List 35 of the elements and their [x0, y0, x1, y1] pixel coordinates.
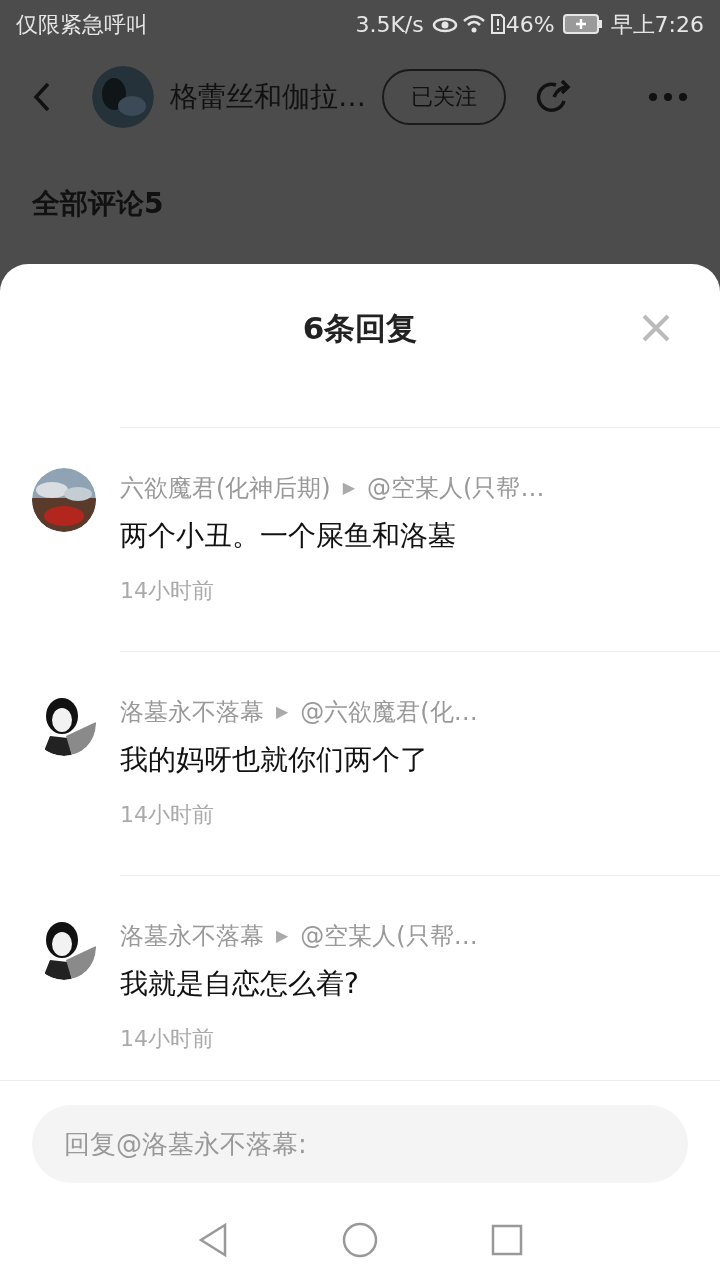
sheet-title: 6条回复 [302, 308, 418, 348]
section-title: 全部评论5 [32, 187, 164, 220]
back-nav-icon[interactable] [196, 1222, 229, 1258]
battery-percent: 46% [505, 10, 555, 39]
reply-target[interactable]: @空某人(只帮… [367, 476, 545, 500]
clock: 早上7:26 [610, 10, 704, 39]
wifi-icon [461, 14, 486, 34]
author-name[interactable]: 洛墓永不落幕 [120, 924, 264, 948]
reply-arrow: ▶ [276, 704, 289, 720]
battery-icon [562, 14, 603, 34]
page-title: 格蕾丝和伽拉… [170, 78, 366, 115]
eye-icon [431, 15, 458, 33]
reply-text: 两个小丑。一个屎鱼和洛墓 [120, 522, 457, 550]
recents-nav-icon[interactable] [491, 1224, 524, 1256]
reply-time: 14小时前 [120, 1028, 215, 1050]
reply-time: 14小时前 [120, 804, 215, 826]
reply-text: 我就是自恋怎么着? [120, 970, 360, 998]
sim-alert-icon [489, 13, 506, 35]
more-icon [648, 91, 688, 102]
reply-time: 14小时前 [120, 580, 215, 602]
reply-arrow: ▶ [342, 480, 356, 496]
follow-button[interactable]: 已关注 [382, 68, 506, 125]
close-button[interactable] [640, 312, 672, 344]
author-name[interactable]: 六欲魔君(化神后期) [120, 476, 331, 500]
reply-arrow: ▶ [276, 928, 289, 944]
reply-input[interactable]: 回复@洛墓永不落幕: [32, 1105, 688, 1183]
reply-text: 我的妈呀也就你们两个了 [120, 746, 429, 774]
reply-target[interactable]: @六欲魔君(化… [300, 700, 478, 724]
reply-target[interactable]: @空某人(只帮… [300, 924, 478, 948]
network-speed: 3.5K/s [355, 10, 424, 39]
back-icon [32, 80, 52, 113]
author-name[interactable]: 洛墓永不落幕 [120, 700, 264, 724]
home-nav-icon[interactable] [342, 1222, 378, 1258]
close-icon [642, 314, 670, 342]
carrier-text: 仅限紧急呼叫 [16, 10, 148, 39]
